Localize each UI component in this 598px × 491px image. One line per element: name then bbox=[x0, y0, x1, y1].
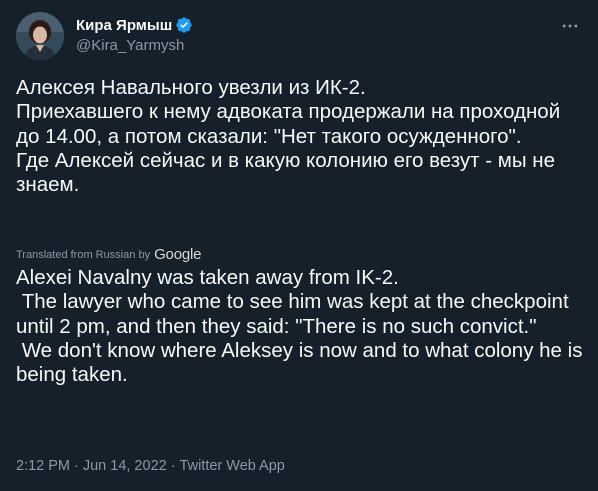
tweet-text: Алексея Навального увезли из ИК-2. Приех… bbox=[16, 76, 561, 197]
tweet-card: Кира Ярмыш @Kira_Yarmysh Алексея Навальн… bbox=[0, 0, 598, 491]
meta-separator: · bbox=[74, 458, 79, 474]
tweet-translation: Alexei Navalny was taken away from IK-2.… bbox=[16, 266, 583, 387]
tweet-time[interactable]: 2:12 PM bbox=[16, 458, 70, 474]
author-header: Кира Ярмыш @Kira_Yarmysh bbox=[76, 15, 193, 54]
author-display-name[interactable]: Кира Ярмыш bbox=[76, 17, 172, 34]
avatar-photo-icon bbox=[16, 12, 64, 60]
translation-attribution: Translated from Russian by Google bbox=[16, 246, 201, 263]
author-handle[interactable]: @Kira_Yarmysh bbox=[76, 37, 193, 54]
tweet-meta: 2:12 PM · Jun 14, 2022 · Twitter Web App bbox=[16, 458, 285, 474]
tweet-source[interactable]: Twitter Web App bbox=[180, 458, 285, 474]
more-options-button[interactable] bbox=[558, 14, 582, 38]
more-horizontal-icon bbox=[562, 24, 578, 28]
verified-badge-icon bbox=[175, 16, 193, 34]
meta-separator: · bbox=[170, 458, 176, 474]
translated-from-label: Translated from Russian by bbox=[16, 248, 151, 261]
google-logo[interactable]: Google bbox=[154, 246, 201, 263]
avatar[interactable] bbox=[16, 12, 64, 60]
tweet-date[interactable]: Jun 14, 2022 bbox=[83, 458, 167, 474]
